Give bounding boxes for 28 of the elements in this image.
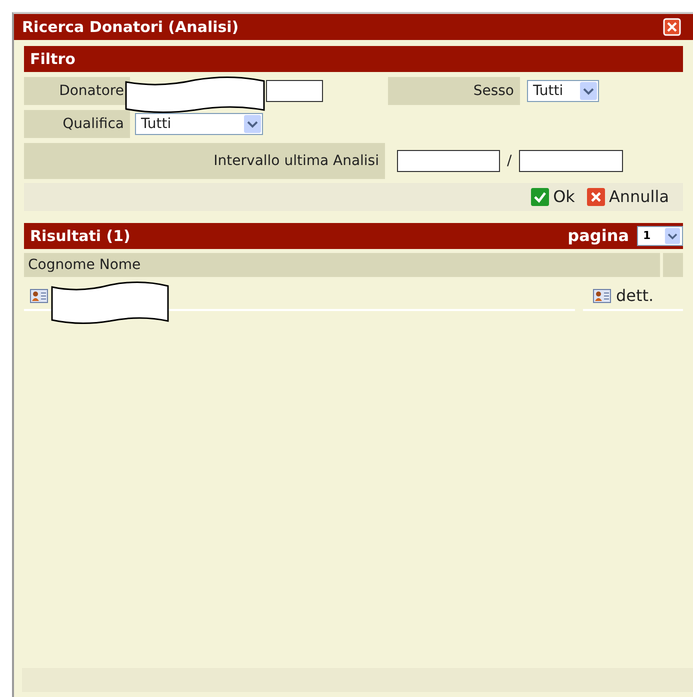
close-icon[interactable]	[663, 18, 681, 36]
contact-card-icon	[30, 289, 48, 303]
field-label: Intervallo ultima Analisi	[24, 143, 385, 179]
caret-icon[interactable]	[664, 228, 681, 244]
select-field[interactable]: Tutti	[527, 80, 599, 102]
page-select[interactable]: 1	[637, 226, 683, 246]
date-field[interactable]	[397, 150, 500, 172]
field-label: Donatore	[24, 77, 130, 105]
caret-icon[interactable]	[244, 115, 261, 133]
separator-text: /	[507, 152, 512, 170]
field-label: Sesso	[388, 77, 520, 105]
window-title: Ricerca Donatori (Analisi)	[22, 16, 239, 38]
detail-link[interactable]: dett.	[616, 284, 654, 308]
check-icon	[531, 188, 550, 206]
column-header	[663, 253, 683, 277]
text-field[interactable]	[266, 80, 323, 102]
field-label: Qualifica	[24, 110, 130, 138]
page-label: pagina	[568, 225, 629, 247]
section-title: Risultati (1)	[30, 226, 130, 247]
ok-button[interactable]: Ok	[531, 185, 575, 209]
cross-icon	[586, 188, 605, 206]
column-title: Cognome Nome	[28, 256, 141, 274]
cancel-button[interactable]: Annulla	[586, 185, 669, 209]
section-title: Filtro	[30, 48, 76, 70]
select-field[interactable]: Tutti	[135, 113, 263, 135]
caret-icon[interactable]	[580, 82, 597, 100]
contact-card-icon	[593, 289, 611, 303]
date-field[interactable]	[518, 150, 623, 172]
